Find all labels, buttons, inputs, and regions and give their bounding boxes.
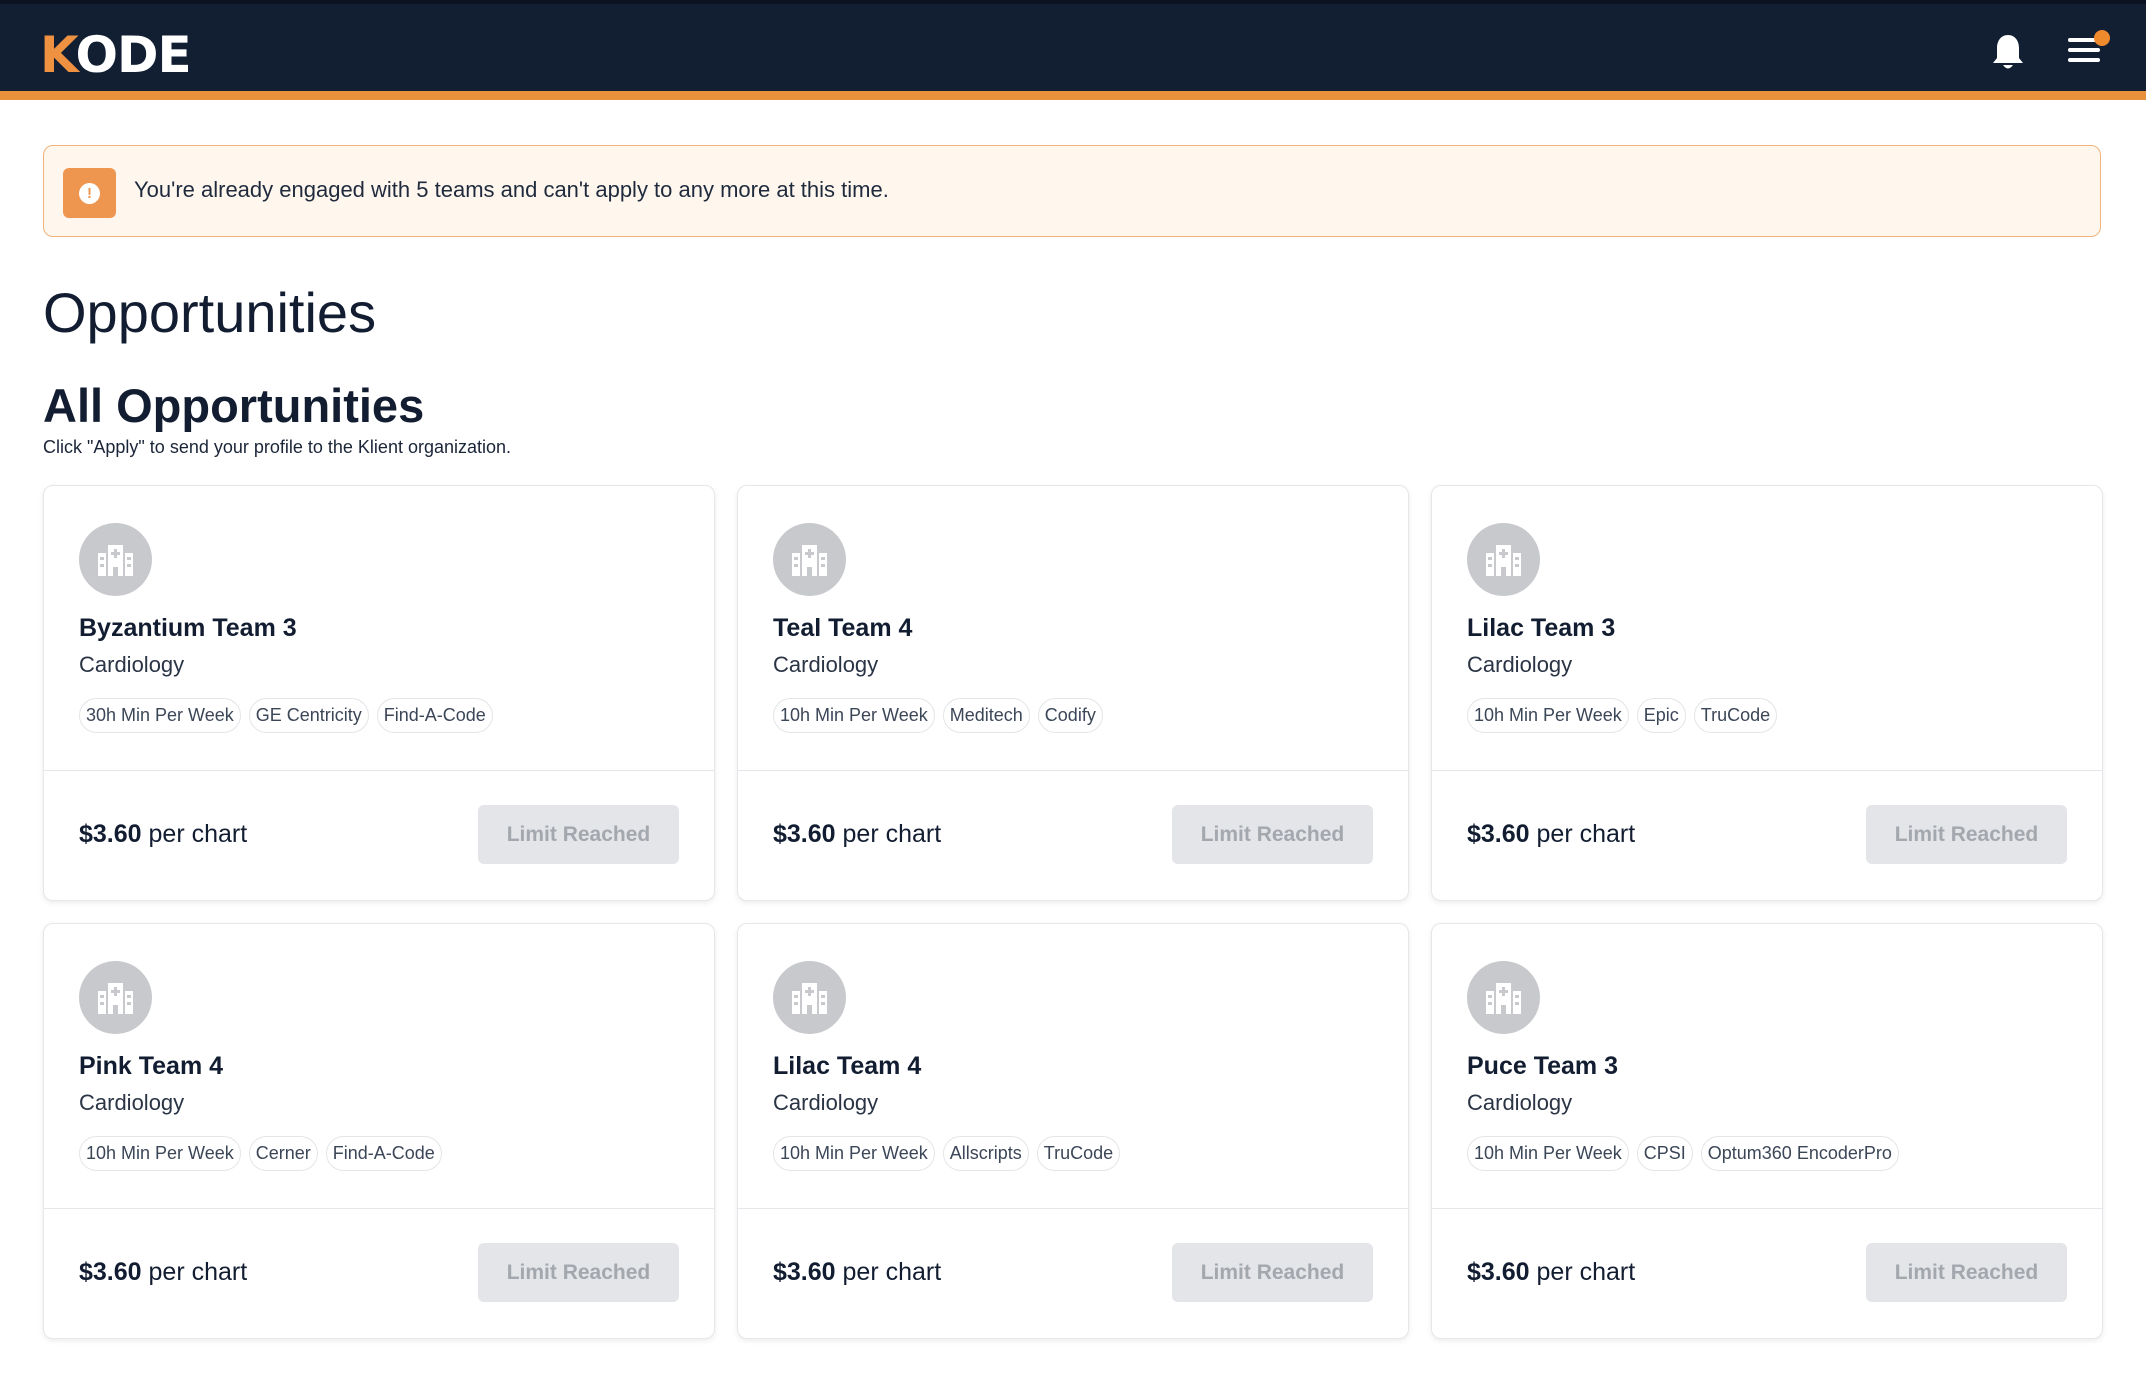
team-specialty: Cardiology xyxy=(79,652,185,677)
rate-unit: per chart xyxy=(1529,820,1636,848)
rate-per-chart: $3.60 per chart xyxy=(79,1258,247,1287)
limit-reached-button[interactable]: Limit Reached xyxy=(1866,1243,2067,1302)
requirement-tag: Find-A-Code xyxy=(376,698,493,733)
requirement-tag: Find-A-Code xyxy=(325,1136,442,1171)
hospital-building-icon xyxy=(79,961,152,1034)
kode-logo[interactable]: KODE xyxy=(40,26,192,84)
requirement-tag: Meditech xyxy=(942,698,1030,733)
rate-unit: per chart xyxy=(835,820,942,848)
hospital-building-icon xyxy=(1467,523,1540,596)
requirement-tag: 10h Min Per Week xyxy=(773,1136,935,1171)
requirement-tag: CPSI xyxy=(1636,1136,1693,1171)
section-subtitle: Click "Apply" to send your profile to th… xyxy=(43,437,512,457)
rate-amount: $3.60 xyxy=(79,1258,142,1286)
requirement-tags: 30h Min Per Week GE Centricity Find-A-Code xyxy=(79,698,493,733)
hospital-building-icon xyxy=(79,523,152,596)
requirement-tag: 10h Min Per Week xyxy=(1467,698,1629,733)
requirement-tag: 10h Min Per Week xyxy=(773,698,935,733)
team-name: Lilac Team 4 xyxy=(773,1052,922,1080)
card-body: Pink Team 4 Cardiology 10h Min Per Week C… xyxy=(44,924,714,1209)
hospital-building-icon xyxy=(773,961,846,1034)
rate-per-chart: $3.60 per chart xyxy=(773,820,941,849)
opportunity-card: Byzantium Team 3 Cardiology 30h Min Per … xyxy=(43,485,715,901)
requirement-tag: Cerner xyxy=(248,1136,318,1171)
requirement-tag: GE Centricity xyxy=(248,698,369,733)
rate-unit: per chart xyxy=(1529,1258,1636,1286)
requirement-tag: Epic xyxy=(1636,698,1686,733)
requirement-tags: 10h Min Per Week CPSI Optum360 EncoderPro xyxy=(1467,1136,1899,1171)
bell-icon[interactable] xyxy=(1990,32,2026,72)
requirement-tag: Codify xyxy=(1037,698,1103,733)
opportunity-card: Puce Team 3 Cardiology 10h Min Per Week C… xyxy=(1431,923,2103,1339)
team-specialty: Cardiology xyxy=(773,1090,879,1115)
card-body: Puce Team 3 Cardiology 10h Min Per Week C… xyxy=(1432,924,2102,1209)
alert-message: You're already engaged with 5 teams and … xyxy=(134,177,889,202)
hospital-building-icon xyxy=(773,523,846,596)
team-name: Puce Team 3 xyxy=(1467,1052,1619,1080)
requirement-tag: Optum360 EncoderPro xyxy=(1700,1136,1899,1171)
opportunity-card: Lilac Team 4 Cardiology 10h Min Per Week… xyxy=(737,923,1409,1339)
team-specialty: Cardiology xyxy=(79,1090,185,1115)
rate-amount: $3.60 xyxy=(1467,1258,1530,1286)
opportunity-card: Lilac Team 3 Cardiology 10h Min Per Week… xyxy=(1431,485,2103,901)
requirement-tags: 10h Min Per Week Meditech Codify xyxy=(773,698,1103,733)
top-navigation-bar: KODE xyxy=(0,0,2146,100)
requirement-tag: TruCode xyxy=(1693,698,1778,733)
rate-unit: per chart xyxy=(835,1258,942,1286)
opportunity-card: Teal Team 4 Cardiology 10h Min Per Week M… xyxy=(737,485,1409,901)
rate-amount: $3.60 xyxy=(773,820,836,848)
page-title: Opportunities xyxy=(43,281,377,344)
notification-dot xyxy=(2094,30,2110,46)
hamburger-menu-icon[interactable] xyxy=(2068,30,2110,70)
engagement-limit-alert: ! You're already engaged with 5 teams an… xyxy=(43,145,2101,237)
team-specialty: Cardiology xyxy=(1467,1090,1573,1115)
rate-amount: $3.60 xyxy=(79,820,142,848)
rate-unit: per chart xyxy=(141,820,248,848)
exclamation-circle-icon: ! xyxy=(63,168,116,218)
requirement-tag: TruCode xyxy=(1036,1136,1121,1171)
team-name: Byzantium Team 3 xyxy=(79,614,297,642)
requirement-tags: 10h Min Per Week Allscripts TruCode xyxy=(773,1136,1121,1171)
card-body: Lilac Team 4 Cardiology 10h Min Per Week… xyxy=(738,924,1408,1209)
limit-reached-button[interactable]: Limit Reached xyxy=(478,1243,679,1302)
requirement-tags: 10h Min Per Week Cerner Find-A-Code xyxy=(79,1136,442,1171)
team-specialty: Cardiology xyxy=(773,652,879,677)
limit-reached-button[interactable]: Limit Reached xyxy=(1172,805,1373,864)
rate-per-chart: $3.60 per chart xyxy=(773,1258,941,1287)
requirement-tag: 30h Min Per Week xyxy=(79,698,241,733)
rate-unit: per chart xyxy=(141,1258,248,1286)
hospital-building-icon xyxy=(1467,961,1540,1034)
card-body: Teal Team 4 Cardiology 10h Min Per Week M… xyxy=(738,486,1408,771)
team-name: Lilac Team 3 xyxy=(1467,614,1616,642)
limit-reached-button[interactable]: Limit Reached xyxy=(478,805,679,864)
requirement-tag: Allscripts xyxy=(942,1136,1029,1171)
requirement-tag: 10h Min Per Week xyxy=(79,1136,241,1171)
requirement-tags: 10h Min Per Week Epic TruCode xyxy=(1467,698,1778,733)
rate-per-chart: $3.60 per chart xyxy=(1467,820,1635,849)
team-name: Pink Team 4 xyxy=(79,1052,224,1080)
team-specialty: Cardiology xyxy=(1467,652,1573,677)
card-body: Byzantium Team 3 Cardiology 30h Min Per … xyxy=(44,486,714,771)
section-title: All Opportunities xyxy=(43,379,425,432)
opportunity-card: Pink Team 4 Cardiology 10h Min Per Week C… xyxy=(43,923,715,1339)
rate-per-chart: $3.60 per chart xyxy=(1467,1258,1635,1287)
limit-reached-button[interactable]: Limit Reached xyxy=(1866,805,2067,864)
requirement-tag: 10h Min Per Week xyxy=(1467,1136,1629,1171)
rate-amount: $3.60 xyxy=(1467,820,1530,848)
rate-per-chart: $3.60 per chart xyxy=(79,820,247,849)
rate-amount: $3.60 xyxy=(773,1258,836,1286)
card-body: Lilac Team 3 Cardiology 10h Min Per Week… xyxy=(1432,486,2102,771)
limit-reached-button[interactable]: Limit Reached xyxy=(1172,1243,1373,1302)
team-name: Teal Team 4 xyxy=(773,614,913,642)
